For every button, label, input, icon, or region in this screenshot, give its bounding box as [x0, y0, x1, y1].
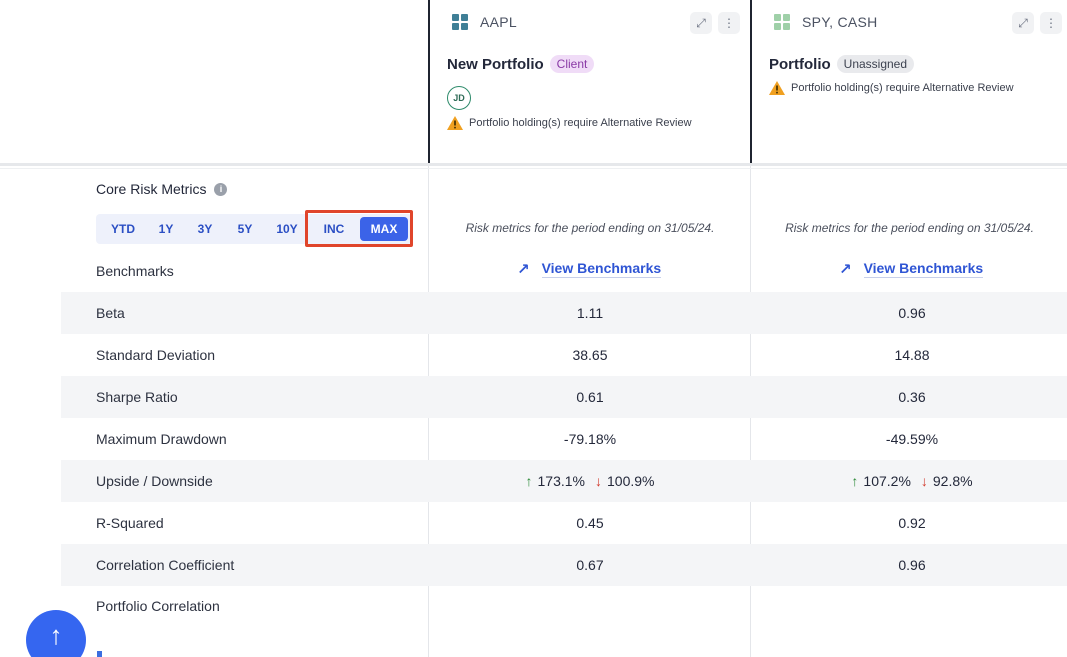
section-title-text: Core Risk Metrics [96, 181, 207, 197]
metric-label: Upside / Downside [96, 473, 213, 489]
grid-icon [452, 14, 468, 30]
portfolio-name[interactable]: Portfolio [769, 56, 831, 73]
warning-icon [769, 81, 785, 95]
metric-value: 0.36 [898, 389, 926, 405]
metric-label: Beta [96, 305, 125, 321]
warning-message: Portfolio holding(s) require Alternative… [769, 81, 1014, 95]
metric-value: 1.11 [576, 305, 604, 321]
metric-value: 14.88 [894, 347, 930, 363]
avatar[interactable]: JD [447, 86, 471, 110]
period-ytd[interactable]: YTD [100, 217, 146, 241]
up-arrow-icon: ↑ [851, 473, 859, 489]
period-5y[interactable]: 5Y [224, 217, 266, 241]
status-badge: Client [549, 55, 595, 73]
period-10y[interactable]: 10Y [266, 217, 308, 241]
view-benchmarks-link[interactable]: ↗ View Benchmarks [517, 260, 662, 278]
view-benchmarks-link[interactable]: ↗ View Benchmarks [839, 260, 984, 278]
downside-value: 100.9% [607, 473, 655, 489]
portfolio-ticker: AAPL [480, 14, 517, 30]
upside-value: 173.1% [537, 473, 585, 489]
warning-text: Portfolio holding(s) require Alternative… [469, 117, 692, 129]
period-note: Risk metrics for the period ending on 31… [465, 221, 715, 235]
metric-row-correlation-coefficient: Correlation Coefficient 0.67 0.96 [61, 544, 1067, 586]
metric-label: Sharpe Ratio [96, 389, 178, 405]
portfolio-ticker-bar: SPY, CASH [774, 14, 878, 30]
period-3y[interactable]: 3Y [186, 217, 224, 241]
view-benchmarks-text[interactable]: View Benchmarks [863, 260, 984, 278]
metric-value: 0.67 [576, 557, 604, 573]
metric-label: Standard Deviation [96, 347, 216, 363]
metric-label: Correlation Coefficient [96, 557, 235, 573]
portfolio-name[interactable]: New Portfolio [447, 56, 544, 73]
info-icon[interactable]: i [214, 182, 228, 196]
metric-label: Portfolio Correlation [96, 598, 220, 614]
metric-value: 0.45 [576, 515, 604, 531]
up-arrow-icon: ↑ [525, 473, 533, 489]
header-divider [0, 163, 1067, 166]
portfolio-title: New Portfolio Client [447, 55, 595, 73]
more-icon[interactable]: ⋮ [1040, 12, 1062, 34]
expand-icon[interactable]: ⤢ [690, 12, 712, 34]
portfolio-ticker-bar: AAPL [452, 14, 517, 30]
metric-row-standard-deviation: Standard Deviation 38.65 14.88 [61, 334, 1067, 376]
period-1y[interactable]: 1Y [146, 217, 186, 241]
down-arrow-icon: ↓ [595, 473, 602, 489]
metric-value: 0.61 [576, 389, 604, 405]
header-divider [0, 168, 1067, 169]
view-benchmarks-text[interactable]: View Benchmarks [541, 260, 662, 278]
metric-label: Maximum Drawdown [96, 431, 227, 447]
metric-value: 38.65 [572, 347, 608, 363]
external-link-icon: ↗ [839, 261, 852, 278]
scroll-marker [97, 651, 102, 657]
metric-value: ↑ 173.1% ↓ 100.9% [430, 460, 750, 502]
status-badge: Unassigned [836, 55, 915, 73]
metric-value: 0.92 [898, 515, 926, 531]
metric-label: Benchmarks [96, 263, 174, 279]
warning-message: Portfolio holding(s) require Alternative… [447, 116, 692, 130]
arrow-up-icon: ↑ [49, 620, 63, 650]
section-title: Core Risk Metrics i [96, 181, 228, 197]
portfolio-actions: ⤢ ⋮ [690, 12, 740, 34]
warning-icon [447, 116, 463, 130]
grid-icon [774, 14, 790, 30]
metric-value: -79.18% [563, 431, 617, 447]
metric-value: 0.96 [898, 557, 926, 573]
metric-value: 0.96 [898, 305, 926, 321]
selection-highlight [305, 210, 413, 247]
metric-row-r-squared: R-Squared 0.45 0.92 [61, 502, 1067, 544]
portfolio-ticker: SPY, CASH [802, 14, 878, 30]
expand-icon[interactable]: ⤢ [1012, 12, 1034, 34]
portfolio-title: Portfolio Unassigned [769, 55, 915, 73]
metric-row-upside-downside: Upside / Downside ↑ 173.1% ↓ 100.9% ↑ 10… [61, 460, 1067, 502]
metric-row-sharpe-ratio: Sharpe Ratio 0.61 0.36 [61, 376, 1067, 418]
downside-value: 92.8% [932, 473, 973, 489]
down-arrow-icon: ↓ [920, 473, 928, 489]
metric-value: ↑ 107.2% ↓ 92.8% [752, 460, 1067, 502]
metric-row-portfolio-correlation: Portfolio Correlation [61, 585, 1067, 627]
more-icon[interactable]: ⋮ [718, 12, 740, 34]
upside-value: 107.2% [863, 473, 911, 489]
metric-row-maximum-drawdown: Maximum Drawdown -79.18% -49.59% [61, 418, 1067, 460]
period-note: Risk metrics for the period ending on 31… [785, 221, 1034, 235]
warning-text: Portfolio holding(s) require Alternative… [791, 82, 1014, 94]
external-link-icon: ↗ [517, 261, 530, 278]
metric-row-beta: Beta 1.11 0.96 [61, 292, 1067, 334]
metric-label: R-Squared [96, 515, 164, 531]
metric-value: -49.59% [885, 431, 939, 447]
portfolio-actions: ⤢ ⋮ [1012, 12, 1062, 34]
portfolio-header-aapl: AAPL ⤢ ⋮ New Portfolio Client JD Portfol… [430, 0, 750, 163]
portfolio-header-spy-cash: SPY, CASH ⤢ ⋮ Portfolio Unassigned Portf… [752, 0, 1067, 163]
